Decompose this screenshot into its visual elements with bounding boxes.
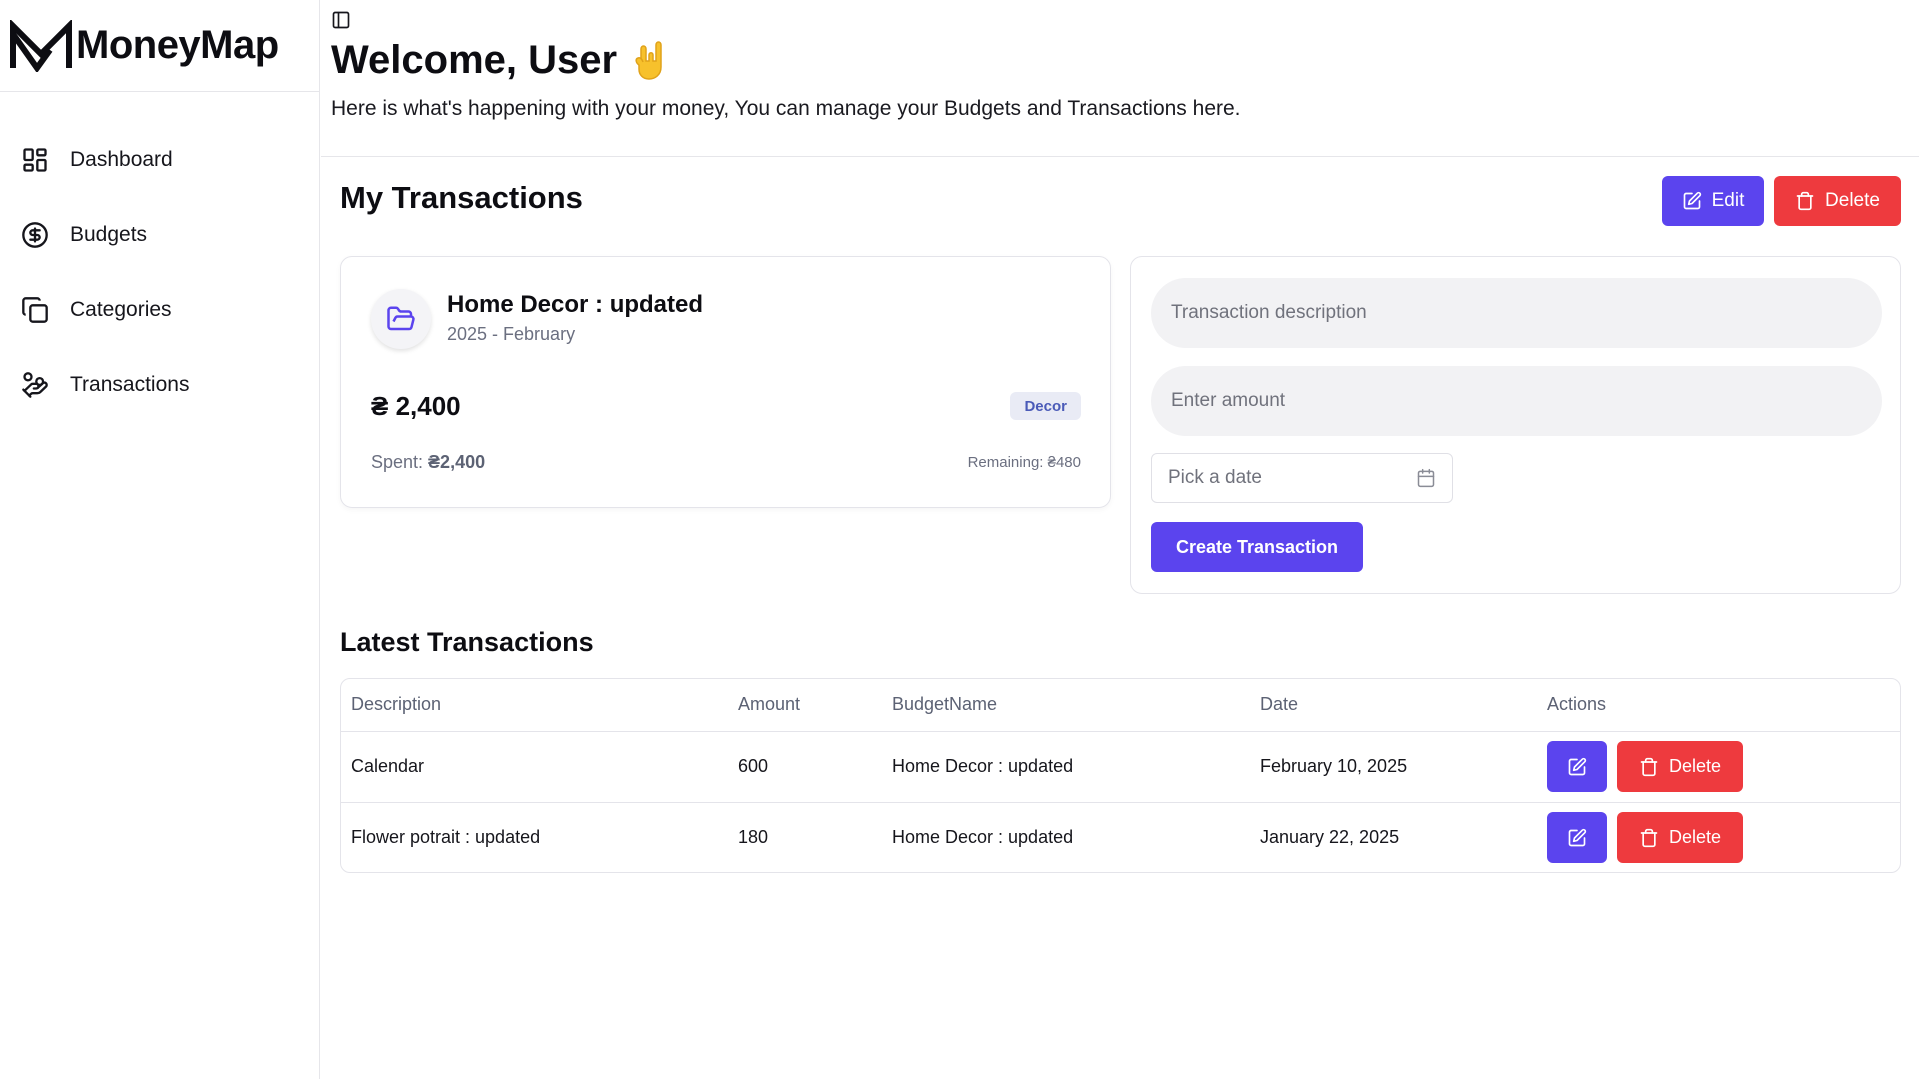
latest-transactions-title: Latest Transactions [340,627,594,657]
col-description: Description [341,679,728,732]
budget-remaining: Remaining: ₴480 [967,454,1081,471]
folder-open-icon [387,306,415,331]
edit-icon [1568,757,1587,775]
table-header-row: Description Amount BudgetName Date Actio… [341,679,1900,732]
transactions-table: Description Amount BudgetName Date Actio… [340,678,1901,873]
page-subtitle: Here is what's happening with your money… [331,97,1241,120]
edit-row-button[interactable] [1547,812,1607,864]
spent-label: Spent: [371,452,429,472]
sidebar-item-label: Categories [70,297,172,321]
dollar-circle-icon [20,220,50,250]
rock-hand-emoji-icon [635,40,662,80]
budget-amount: ₴ 2,400 [371,391,461,421]
folder-icon-wrap [371,289,431,349]
cell-date: February 10, 2025 [1260,756,1408,776]
brand-name: MoneyMap [76,23,279,67]
delete-label: Delete [1668,756,1722,776]
sidebar-item-label: Budgets [70,222,148,246]
date-placeholder: Pick a date [1168,467,1262,488]
budget-name: Home Decor : updated [447,291,704,318]
budget-period: 2025 - February [447,324,576,344]
date-picker[interactable]: Pick a date [1151,453,1453,503]
delete-row-button[interactable]: Delete [1617,741,1743,792]
my-transactions-title: My Transactions [340,180,583,215]
spent-value: ₴2,400 [428,452,486,472]
edit-icon [1682,191,1702,211]
table-row: Flower potrait : updated 180 Home Decor … [341,801,1900,872]
col-budget-name: BudgetName [882,679,1250,732]
sidebar-item-transactions[interactable]: Transactions [0,347,319,422]
edit-budget-button[interactable]: Edit [1662,176,1764,226]
sidebar-item-dashboard[interactable]: Dashboard [0,122,319,197]
page-header: Welcome, User Here is what's happening w… [321,0,1919,157]
cell-budget: Home Decor : updated [882,801,1250,872]
edit-icon [1568,828,1587,847]
edit-label: Edit [1711,190,1745,211]
edit-row-button[interactable] [1547,741,1607,792]
trash-icon [1639,828,1659,848]
delete-budget-button[interactable]: Delete [1774,176,1901,226]
dashboard-grid-icon [20,145,50,175]
sidebar-item-categories[interactable]: Categories [0,272,319,347]
trash-icon [1639,757,1659,777]
sidebar-item-label: Transactions [70,372,190,396]
budget-card: Home Decor : updated 2025 - February ₴ 2… [340,256,1111,508]
description-input[interactable] [1151,278,1882,348]
hand-coins-icon [20,370,50,400]
category-badge: Decor [1010,392,1081,420]
cell-actions: Delete [1537,801,1900,872]
moneymap-logo-icon [10,19,72,72]
delete-row-button[interactable]: Delete [1617,812,1743,864]
cell-budget: Home Decor : updated [892,756,1074,776]
sidebar-item-label: Dashboard [70,147,173,171]
sidebar: MoneyMap Dashboard Budgets Categories Tr… [0,0,320,1079]
amount-input[interactable] [1151,366,1882,436]
create-transaction-button[interactable]: Create Transaction [1151,522,1363,572]
welcome-text: Welcome, User [331,38,618,82]
col-actions: Actions [1537,679,1900,732]
col-date: Date [1250,679,1537,732]
copy-cards-icon [20,295,50,325]
page-title: Welcome, User [331,38,669,83]
create-transaction-form: Pick a date Create Transaction [1130,256,1901,594]
sidebar-item-budgets[interactable]: Budgets [0,197,319,272]
sidebar-nav: Dashboard Budgets Categories Transaction… [0,92,319,422]
col-amount: Amount [728,679,882,732]
delete-label: Delete [1668,827,1722,848]
cell-amount: 180 [728,801,882,872]
main-content: Welcome, User Here is what's happening w… [321,0,1919,1079]
brand[interactable]: MoneyMap [0,0,319,92]
cell-date: January 22, 2025 [1250,801,1537,872]
table-row: Calendar 600 Home Decor : updated Februa… [341,731,1900,802]
cell-description: Calendar [351,756,425,776]
trash-icon [1795,191,1815,211]
delete-label: Delete [1825,190,1880,211]
budget-spent: Spent: ₴2,400 [371,452,485,473]
calendar-icon [1417,468,1435,488]
cell-amount: 600 [738,756,769,776]
cell-description: Flower potrait : updated [341,801,728,872]
cell-actions: Delete [1537,731,1900,802]
panel-toggle-icon[interactable] [331,10,351,30]
